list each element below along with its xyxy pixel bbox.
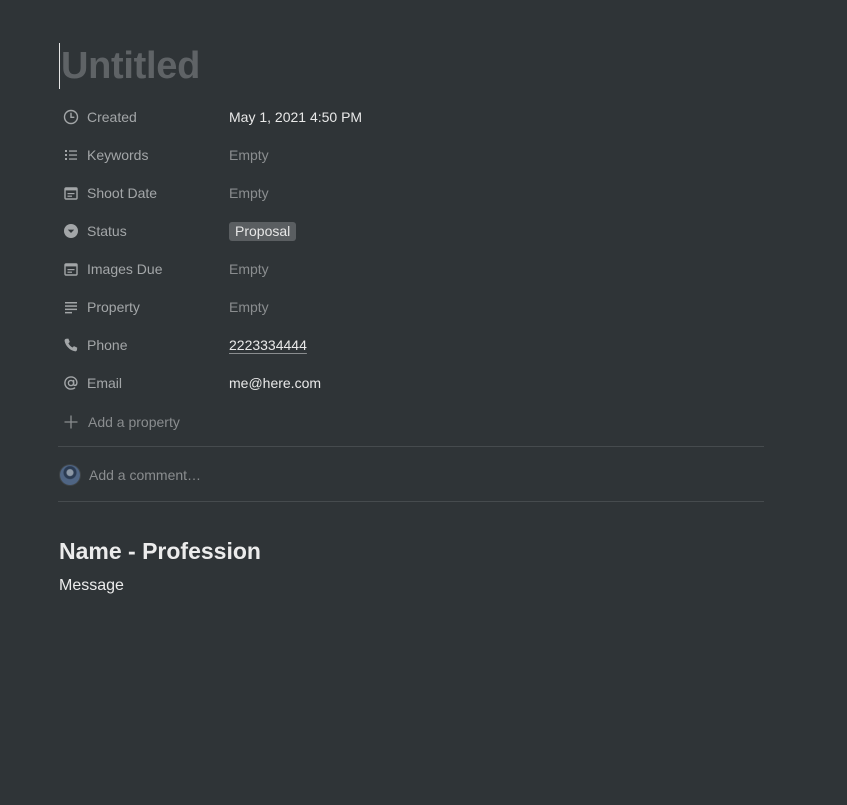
- calendar-icon: [62, 260, 80, 278]
- text-lines-icon: [62, 298, 80, 316]
- property-row-shoot-date[interactable]: Shoot Date Empty: [59, 174, 765, 212]
- property-name-shoot-date[interactable]: Shoot Date: [59, 184, 229, 202]
- property-value-keywords[interactable]: Empty: [229, 147, 269, 163]
- property-row-property[interactable]: Property Empty: [59, 288, 765, 326]
- property-row-phone[interactable]: Phone 2223334444: [59, 326, 765, 364]
- property-row-email[interactable]: Email me@here.com: [59, 364, 765, 402]
- at-sign-icon: [62, 374, 80, 392]
- property-label: Phone: [87, 337, 128, 353]
- page-title-placeholder[interactable]: Untitled: [61, 42, 200, 90]
- select-icon: [62, 222, 80, 240]
- comments-divider: [58, 501, 764, 502]
- property-value-created: May 1, 2021 4:50 PM: [229, 109, 363, 125]
- property-value-images-due[interactable]: Empty: [229, 261, 269, 277]
- property-label: Shoot Date: [87, 185, 158, 201]
- property-list: Created May 1, 2021 4:50 PM Keywords Emp…: [59, 98, 765, 402]
- property-name-keywords[interactable]: Keywords: [59, 146, 229, 164]
- property-name-phone[interactable]: Phone: [59, 336, 229, 354]
- property-name-status[interactable]: Status: [59, 222, 229, 240]
- content-body[interactable]: Message: [59, 575, 124, 597]
- text-caret: [59, 43, 60, 89]
- email-value[interactable]: me@here.com: [229, 375, 321, 391]
- property-name-property[interactable]: Property: [59, 298, 229, 316]
- property-name-created[interactable]: Created: [59, 108, 229, 126]
- comment-input[interactable]: Add a comment…: [59, 458, 201, 492]
- property-row-created[interactable]: Created May 1, 2021 4:50 PM: [59, 98, 765, 136]
- properties-divider: [58, 446, 764, 447]
- property-label: Keywords: [87, 147, 149, 163]
- property-label: Created: [87, 109, 137, 125]
- calendar-icon: [62, 184, 80, 202]
- comment-placeholder: Add a comment…: [89, 467, 202, 483]
- plus-icon: [62, 413, 80, 431]
- property-label: Status: [87, 223, 127, 239]
- property-value-status[interactable]: Proposal: [229, 221, 297, 241]
- add-property-label: Add a property: [88, 414, 180, 430]
- page-title-field[interactable]: Untitled: [59, 42, 200, 90]
- property-value-shoot-date[interactable]: Empty: [229, 185, 269, 201]
- property-label: Email: [87, 375, 123, 391]
- property-row-status[interactable]: Status Proposal: [59, 212, 765, 250]
- status-tag[interactable]: Proposal: [229, 221, 297, 241]
- add-property-button[interactable]: Add a property: [59, 403, 180, 441]
- property-row-images-due[interactable]: Images Due Empty: [59, 250, 765, 288]
- property-row-keywords[interactable]: Keywords Empty: [59, 136, 765, 174]
- content-heading[interactable]: Name - Profession: [59, 536, 261, 566]
- clock-icon: [62, 108, 80, 126]
- avatar: [60, 465, 80, 485]
- property-label: Images Due: [87, 261, 163, 277]
- property-label: Property: [87, 299, 140, 315]
- property-value-property[interactable]: Empty: [229, 299, 269, 315]
- phone-link[interactable]: 2223334444: [229, 337, 307, 353]
- property-name-email[interactable]: Email: [59, 374, 229, 392]
- list-icon: [62, 146, 80, 164]
- phone-icon: [62, 336, 80, 354]
- property-name-images-due[interactable]: Images Due: [59, 260, 229, 278]
